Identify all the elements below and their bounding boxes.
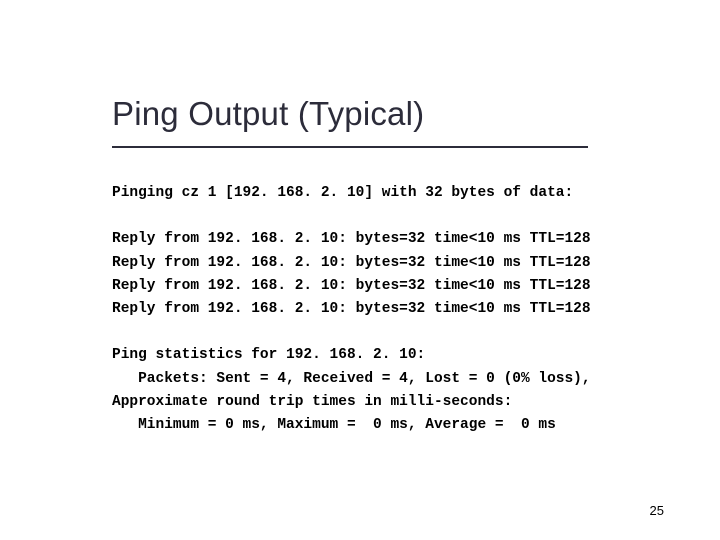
rtt-line: Minimum = 0 ms, Maximum = 0 ms, Average …: [112, 417, 556, 433]
slide-title: Ping Output (Typical): [112, 95, 424, 133]
reply-line: Reply from 192. 168. 2. 10: bytes=32 tim…: [112, 255, 591, 271]
stats-header-line: Ping statistics for 192. 168. 2. 10:: [112, 347, 425, 363]
page-number: 25: [650, 503, 664, 518]
packets-line: Packets: Sent = 4, Received = 4, Lost = …: [112, 371, 591, 387]
reply-line: Reply from 192. 168. 2. 10: bytes=32 tim…: [112, 278, 591, 294]
slide-body: Pinging cz 1 [192. 168. 2. 10] with 32 b…: [112, 182, 632, 437]
slide: Ping Output (Typical) Pinging cz 1 [192.…: [0, 0, 720, 540]
reply-line: Reply from 192. 168. 2. 10: bytes=32 tim…: [112, 231, 591, 247]
reply-line: Reply from 192. 168. 2. 10: bytes=32 tim…: [112, 301, 591, 317]
title-underline: [112, 146, 588, 148]
rtt-header-line: Approximate round trip times in milli-se…: [112, 394, 512, 410]
ping-header-line: Pinging cz 1 [192. 168. 2. 10] with 32 b…: [112, 185, 573, 201]
